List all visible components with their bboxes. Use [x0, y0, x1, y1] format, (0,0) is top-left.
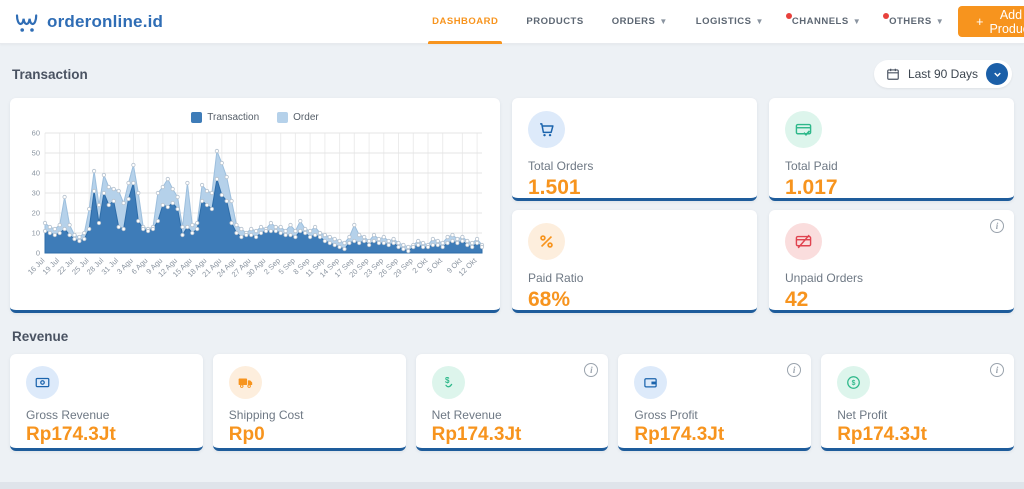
calendar-icon [886, 67, 900, 81]
stat-value: Rp174.3Jt [837, 424, 998, 446]
stat-label: Total Orders [528, 159, 741, 173]
stat-value: Rp174.3Jt [26, 424, 187, 446]
stat-label: Unpaid Orders [785, 271, 998, 285]
stat-value: Rp0 [229, 424, 390, 446]
stat-value: 68% [528, 288, 741, 312]
nav-orders-label: ORDERS [612, 16, 656, 27]
legend-order-label: Order [293, 112, 319, 123]
nav-orders[interactable]: ORDERS ▼ [598, 0, 682, 44]
transaction-section: Transaction Last 90 Days Transaction [10, 60, 1014, 313]
percent-icon [528, 223, 565, 260]
transaction-order-chart: 010203040506016 Jul19 Jul22 Jul25 Jul28 … [18, 125, 488, 303]
date-range-filter[interactable]: Last 90 Days [874, 60, 1012, 88]
top-navbar: orderonline.id DASHBOARD PRODUCTS ORDERS… [0, 0, 1024, 44]
rev-card-gross-revenue: Gross Revenue Rp174.3Jt [10, 354, 203, 451]
date-range-label: Last 90 Days [908, 67, 978, 81]
stat-label: Gross Revenue [26, 408, 187, 422]
nav-products-label: PRODUCTS [526, 16, 583, 27]
brand-name: orderonline.id [47, 12, 163, 32]
stat-label: Total Paid [785, 159, 998, 173]
stat-value: Rp174.3Jt [432, 424, 593, 446]
truck-icon [229, 366, 262, 399]
revenue-section: Revenue Gross Revenue Rp174.3Jt [10, 329, 1014, 451]
rev-card-gross-profit: i Gross Profit Rp174.3Jt [618, 354, 811, 451]
nav-logistics[interactable]: LOGISTICS ▼ [682, 0, 778, 44]
svg-text:$: $ [445, 376, 450, 385]
stat-card-paid-ratio: Paid Ratio 68% [512, 210, 757, 313]
svg-text:10: 10 [32, 229, 40, 238]
plus-icon: + [976, 15, 983, 29]
stat-value: 42 [785, 288, 998, 312]
stat-label: Paid Ratio [528, 271, 741, 285]
brand-logo[interactable]: orderonline.id [14, 10, 163, 34]
notification-dot [786, 13, 792, 19]
card-slash-icon [785, 223, 822, 260]
svg-text:50: 50 [32, 149, 40, 158]
legend-transaction-label: Transaction [207, 112, 259, 123]
nav-others[interactable]: OTHERS ▼ [875, 0, 958, 44]
chevron-down-icon: ▼ [755, 17, 763, 26]
legend-transaction: Transaction [191, 112, 259, 123]
nav-dashboard-label: DASHBOARD [432, 16, 498, 27]
cart-icon [528, 111, 565, 148]
legend-swatch-order [277, 112, 288, 123]
dollar-circle-icon: $ [837, 366, 870, 399]
rev-card-shipping-cost: Shipping Cost Rp0 [213, 354, 406, 451]
info-icon[interactable]: i [787, 363, 801, 377]
stat-label: Gross Profit [634, 408, 795, 422]
stat-value: Rp174.3Jt [634, 424, 795, 446]
svg-text:40: 40 [32, 169, 40, 178]
wallet-icon [634, 366, 667, 399]
info-icon[interactable]: i [990, 219, 1004, 233]
transaction-chart-card: Transaction Order 010203040506016 Jul19 … [10, 98, 500, 313]
footer-strip [0, 482, 1024, 489]
chevron-down-icon: ▼ [853, 17, 861, 26]
revenue-section-title: Revenue [12, 329, 68, 344]
transaction-section-title: Transaction [12, 67, 88, 82]
rev-card-net-profit: i $ Net Profit Rp174.3Jt [821, 354, 1014, 451]
info-icon[interactable]: i [990, 363, 1004, 377]
nav-others-label: OTHERS [889, 16, 932, 27]
nav-products[interactable]: PRODUCTS [512, 0, 597, 44]
add-product-label: Add Product [989, 8, 1024, 36]
stat-label: Net Revenue [432, 408, 593, 422]
stat-label: Net Profit [837, 408, 998, 422]
stat-card-unpaid-orders: i Unpaid Orders 42 [769, 210, 1014, 313]
nav-logistics-label: LOGISTICS [696, 16, 752, 27]
svg-text:30: 30 [32, 189, 40, 198]
legend-order: Order [277, 112, 319, 123]
svg-text:20: 20 [32, 209, 40, 218]
stat-value: 1.501 [528, 176, 741, 200]
stat-card-total-orders: Total Orders 1.501 [512, 98, 757, 201]
rev-card-net-revenue: i $ Net Revenue Rp174.3Jt [416, 354, 609, 451]
chevron-down-icon [986, 63, 1008, 85]
card-check-icon [785, 111, 822, 148]
nav-dashboard[interactable]: DASHBOARD [418, 0, 512, 44]
main-nav: DASHBOARD PRODUCTS ORDERS ▼ LOGISTICS ▼ … [418, 0, 958, 44]
nav-channels[interactable]: CHANNELS ▼ [778, 0, 875, 44]
dashboard-main: Transaction Last 90 Days Transaction [0, 44, 1024, 451]
nav-channels-label: CHANNELS [792, 16, 849, 27]
stat-card-total-paid: Total Paid 1.017 [769, 98, 1014, 201]
add-product-button[interactable]: + Add Product [958, 6, 1024, 37]
stat-value: 1.017 [785, 176, 998, 200]
chevron-down-icon: ▼ [936, 17, 944, 26]
svg-text:5 Okt: 5 Okt [425, 255, 445, 275]
navbar-actions: + Add Product ▼ [958, 6, 1024, 37]
stat-label: Shipping Cost [229, 408, 390, 422]
notification-dot [883, 13, 889, 19]
cart-logo-icon [14, 10, 40, 34]
dollar-swoosh-icon: $ [432, 366, 465, 399]
svg-text:60: 60 [32, 129, 40, 138]
chart-legend: Transaction Order [18, 106, 492, 125]
chevron-down-icon: ▼ [659, 17, 667, 26]
info-icon[interactable]: i [584, 363, 598, 377]
svg-text:$: $ [852, 380, 856, 387]
legend-swatch-transaction [191, 112, 202, 123]
banknote-icon [26, 366, 59, 399]
